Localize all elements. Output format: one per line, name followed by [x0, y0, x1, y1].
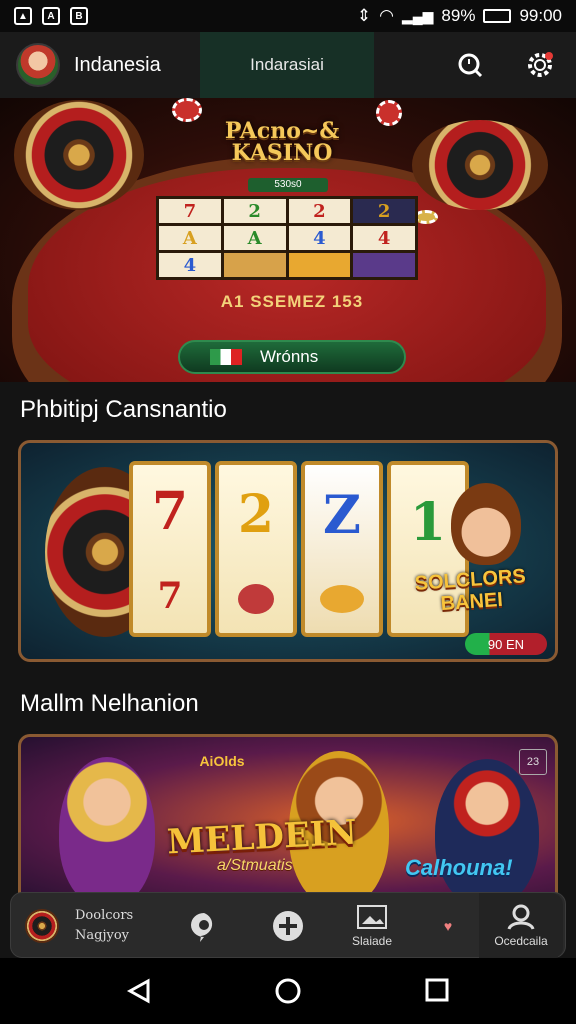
- heart-icon: ♥: [443, 918, 453, 934]
- slot-cell: A: [159, 226, 221, 250]
- tab-slides[interactable]: Slaiade: [341, 893, 403, 959]
- tab-label: Slaiade: [351, 934, 393, 948]
- profile-icon: [507, 904, 535, 930]
- avatar[interactable]: [16, 43, 60, 87]
- slot-cell: [288, 253, 351, 277]
- tab-add[interactable]: [263, 893, 313, 959]
- header-title: Indanesia: [74, 53, 161, 76]
- banner-badge: 23: [519, 749, 547, 775]
- battery-percent: 89%: [441, 6, 476, 25]
- tab-favorite[interactable]: ♥: [431, 893, 465, 959]
- table-mini-label: 530s0: [248, 178, 328, 192]
- header-tab[interactable]: Indarasiai: [200, 32, 374, 98]
- app-header: Indanesia Indarasiai: [0, 32, 576, 98]
- promo-text: SOLCLORS BANEI: [414, 565, 527, 616]
- slot-cell: 2: [223, 199, 286, 223]
- search-icon[interactable]: [454, 49, 486, 81]
- roulette-wheel-right: [412, 120, 548, 210]
- slot-cell: 4: [288, 226, 351, 250]
- section-title: Mallm Nelhanion: [20, 690, 199, 717]
- battery-icon: [483, 9, 512, 23]
- character-illustration: [451, 483, 521, 565]
- roulette-wheel-left: [14, 100, 144, 210]
- flag-icon: [210, 349, 242, 365]
- status-bar: ▲ A B ⇕ ◠ ▂▄▆ 89% 99:00: [0, 0, 576, 32]
- hero-banner[interactable]: PAcno~& KASINO 530s0 7 2 2 2 A A 4 4 4 A…: [0, 98, 576, 382]
- slot-cell: A: [223, 226, 286, 250]
- clock: 99:00: [519, 6, 562, 25]
- character-illustration: [59, 757, 155, 904]
- section-title: Phbitipj Cansnantio: [20, 396, 227, 423]
- tab-home[interactable]: Doolcors Nagjyoy: [25, 893, 145, 959]
- back-icon[interactable]: [126, 978, 152, 1004]
- slot-cell: 4: [159, 253, 221, 277]
- slot-reel: 7 7: [129, 461, 211, 637]
- banner-subtitle: a/Stmuatis: [217, 857, 293, 874]
- banner-right-text: Calhouna!: [405, 855, 513, 880]
- wins-button-label: Wrónns: [260, 347, 319, 366]
- tab-label: Doolcors: [75, 908, 134, 923]
- lock-icon: A: [42, 7, 60, 25]
- chip-icon: [376, 100, 402, 126]
- roulette-icon: [25, 909, 59, 943]
- characters-promo-banner[interactable]: AiOlds MELDEIN a/Stmuatis Calhouna! 23: [18, 734, 558, 904]
- slot-cell: 2: [288, 199, 351, 223]
- slot-grid: 7 2 2 2 A A 4 4 4: [156, 196, 418, 280]
- bottom-tab-bar: Doolcors Nagjyoy Slaiade ♥ Ocedcaila: [10, 892, 566, 959]
- signal-icon: ▂▄▆: [401, 7, 434, 24]
- system-nav-bar: [0, 958, 576, 1024]
- tab-label: Nagjyoy: [75, 928, 129, 943]
- settings-icon[interactable]: [524, 49, 556, 81]
- image-icon: [357, 905, 387, 929]
- slot-cell: [223, 253, 286, 277]
- slot-reel: Z: [301, 461, 383, 637]
- character-illustration: [435, 759, 539, 904]
- slot-cell: 2: [353, 199, 415, 223]
- tab-profile[interactable]: Ocedcaila: [479, 893, 563, 959]
- plus-icon: [273, 911, 303, 941]
- notification-icon: ▲: [14, 7, 32, 25]
- recents-icon[interactable]: [425, 978, 449, 1002]
- chip-icon: [172, 98, 202, 122]
- slot-cell: [353, 253, 415, 277]
- table-strip-text: A1 SSEMEZ 153: [220, 292, 364, 311]
- slots-promo-banner[interactable]: 7 7 2 Z 1 SOLCLORS BANEI 90 EN: [18, 440, 558, 662]
- banner-top-text: AiOlds: [199, 753, 245, 769]
- slot-cell: 7: [159, 199, 221, 223]
- slot-reel: 2: [215, 461, 297, 637]
- message-icon: B: [70, 7, 88, 25]
- wifi-icon: ◠: [379, 6, 394, 25]
- wins-button[interactable]: Wrónns: [178, 340, 406, 374]
- slot-cell: 4: [353, 226, 415, 250]
- home-icon[interactable]: [274, 977, 302, 1005]
- chat-icon: [191, 913, 213, 942]
- vibrate-icon: ⇕: [356, 6, 372, 25]
- tab-label: Ocedcaila: [494, 934, 548, 948]
- promo-pill[interactable]: 90 EN: [465, 633, 547, 655]
- casino-logo: PAcno~& KASINO: [224, 118, 340, 166]
- tab-chat[interactable]: [179, 893, 229, 959]
